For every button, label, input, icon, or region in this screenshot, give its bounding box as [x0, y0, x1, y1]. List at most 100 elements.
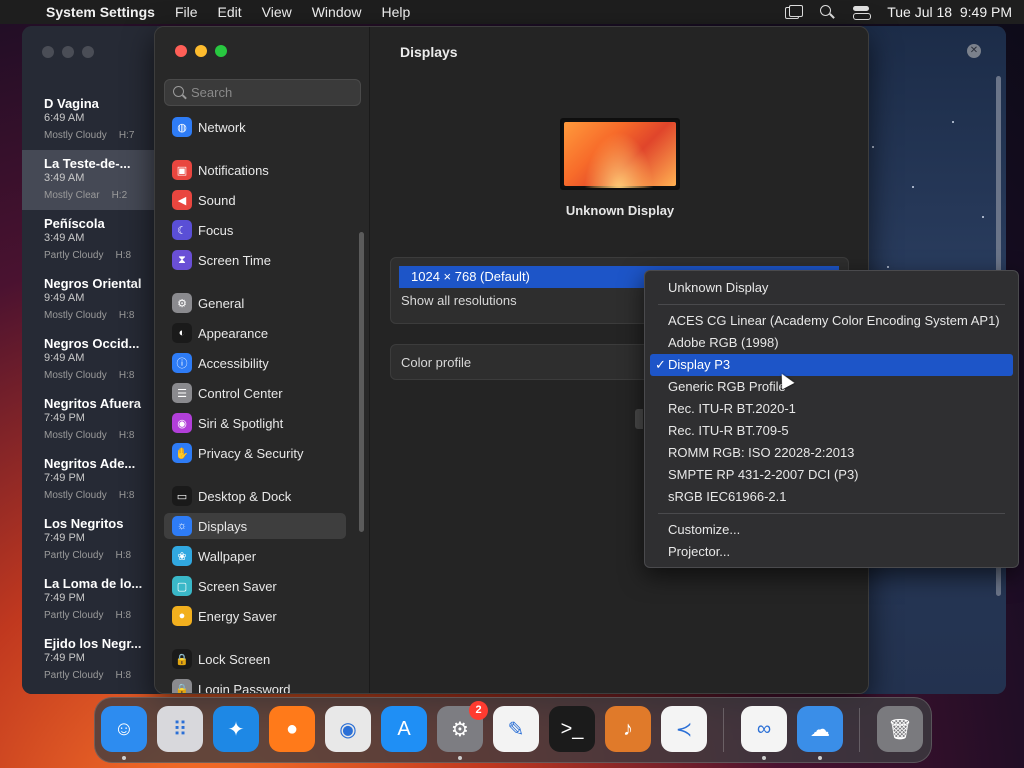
sidebar-item-sound[interactable]: ◀ Sound	[164, 187, 346, 213]
weather-city-item[interactable]: La Teste-de-... 3:49 AM Mostly Clear H:2	[22, 150, 157, 210]
display-preview[interactable]	[560, 118, 680, 190]
city-name: La Teste-de-...	[44, 156, 131, 171]
sidebar-item-siri-spotlight[interactable]: ◉ Siri & Spotlight	[164, 410, 346, 436]
city-condition: Mostly Cloudy H:8	[44, 310, 157, 321]
color-profile-option[interactable]: SMPTE RP 431-2-2007 DCI (P3)	[650, 464, 1013, 486]
menubar-clock[interactable]: Tue Jul 18 9:49 PM	[887, 4, 1012, 20]
weather-icon[interactable]: ☁	[797, 706, 843, 752]
close-button[interactable]	[175, 45, 187, 57]
color-profile-option[interactable]: Adobe RGB (1998)	[650, 332, 1013, 354]
color-profile-option[interactable]: ROMM RGB: ISO 22028-2:2013	[650, 442, 1013, 464]
menu-item-unknown-display[interactable]: Unknown Display	[650, 277, 1013, 299]
sidebar-item-network[interactable]: ◍ Network	[164, 114, 346, 140]
sidebar-item-privacy-security[interactable]: ✋ Privacy & Security	[164, 440, 346, 466]
menu-separator	[658, 513, 1005, 514]
city-high-temp: H:8	[115, 250, 132, 261]
menu-window[interactable]: Window	[312, 4, 362, 20]
textedit-icon[interactable]: ✎	[493, 706, 539, 752]
sidebar-item-appearance[interactable]: ◐ Appearance	[164, 320, 346, 346]
sidebar-item-login-password[interactable]: 🔒 Login Password	[164, 676, 346, 693]
menu-file[interactable]: File	[175, 4, 198, 20]
city-condition: Partly Cloudy H:8	[44, 550, 157, 561]
weather-city-item[interactable]: Peñíscola 3:49 AM Partly Cloudy H:8	[22, 210, 157, 270]
sidebar-item-label: Screen Saver	[198, 578, 277, 594]
sidebar-item-general[interactable]: ⚙ General	[164, 290, 346, 316]
weather-city-item[interactable]: Ejido los Negr... 7:49 PM Partly Cloudy H:8	[22, 630, 157, 690]
weather-close-button[interactable]	[42, 46, 54, 58]
sidebar-item-desktop-dock[interactable]: ▭ Desktop & Dock	[164, 483, 346, 509]
sidebar-scrollbar[interactable]	[359, 232, 364, 532]
appearance-icon: ◐	[172, 323, 192, 343]
search-input[interactable]: Search	[164, 79, 361, 106]
sidebar-item-label: Network	[198, 119, 246, 135]
weather-minimize-button[interactable]	[62, 46, 74, 58]
sidebar-item-energy-saver[interactable]: ● Energy Saver	[164, 603, 346, 629]
control-center-icon[interactable]	[853, 5, 872, 20]
sidebar-item-lock-screen[interactable]: 🔒 Lock Screen	[164, 646, 346, 672]
terminal-icon[interactable]: >_	[549, 706, 595, 752]
finder-icon[interactable]: ☺	[101, 706, 147, 752]
appstore-icon[interactable]: A	[381, 706, 427, 752]
sidebar-item-screen-saver[interactable]: ▢ Screen Saver	[164, 573, 346, 599]
settings-gear-icon[interactable]: ⚙ 2	[437, 701, 488, 752]
running-indicator	[458, 756, 462, 760]
city-condition: Mostly Cloudy H:7	[44, 130, 157, 141]
color-profile-option-label: SMPTE RP 431-2-2007 DCI (P3)	[668, 467, 859, 482]
menu-item-projector[interactable]: Projector...	[650, 541, 1013, 563]
menu-edit[interactable]: Edit	[218, 4, 242, 20]
sidebar-item-notifications[interactable]: ▣ Notifications	[164, 157, 346, 183]
color-profile-option[interactable]: ACES CG Linear (Academy Color Encoding S…	[650, 310, 1013, 332]
screen-mirroring-icon[interactable]	[785, 5, 804, 19]
menu-help[interactable]: Help	[382, 4, 411, 20]
trash-icon[interactable]: 🗑	[877, 706, 923, 752]
weather-city-item[interactable]: Negros Occid... 9:49 AM Mostly Cloudy H:8	[22, 330, 157, 390]
city-name: Negritos Afuera	[44, 396, 142, 411]
speaker-icon: ◀	[172, 190, 192, 210]
weather-city-item[interactable]: Negritos Afuera 7:49 PM Mostly Cloudy H:8	[22, 390, 157, 450]
minimize-button[interactable]	[195, 45, 207, 57]
weather-city-item[interactable]: La Loma de lo... 7:49 PM Partly Cloudy H:8	[22, 570, 157, 630]
sidebar-item-label: Focus	[198, 222, 234, 238]
color-profile-option[interactable]: Rec. ITU-R BT.709-5	[650, 420, 1013, 442]
city-name: La Loma de lo...	[44, 576, 143, 591]
weather-city-item[interactable]: D Vagina 6:49 AM Mostly Cloudy H:7	[22, 90, 157, 150]
launchpad-icon[interactable]: ⠿	[157, 706, 203, 752]
visualstudio-icon[interactable]: ∞	[741, 706, 787, 752]
sidebar-item-accessibility[interactable]: ⓘ Accessibility	[164, 350, 346, 376]
color-profile-option[interactable]: sRGB IEC61966-2.1	[650, 486, 1013, 508]
weather-zoom-button[interactable]	[82, 46, 94, 58]
guitar-icon[interactable]: ♪	[605, 706, 651, 752]
color-profile-option[interactable]: Generic RGB Profile	[650, 376, 1013, 398]
key-icon: 🔒	[172, 679, 192, 693]
sidebar-item-focus[interactable]: ☾ Focus	[164, 217, 346, 243]
weather-city-item[interactable]: Los Negritos 7:49 PM Partly Cloudy H:8	[22, 510, 157, 570]
safari-icon[interactable]: ✦	[213, 706, 259, 752]
firefox-icon[interactable]: ●	[269, 706, 315, 752]
city-time: 3:49 AM	[44, 172, 85, 184]
menu-view[interactable]: View	[262, 4, 292, 20]
sidebar-item-label: Energy Saver	[198, 608, 277, 624]
sidebar-item-control-center[interactable]: ☰ Control Center	[164, 380, 346, 406]
gear-icon: ⚙	[172, 293, 192, 313]
sidebar-item-label: Wallpaper	[198, 548, 257, 564]
sidebar-item-wallpaper[interactable]: ❀ Wallpaper	[164, 543, 346, 569]
weather-search-clear-icon[interactable]: ✕	[967, 44, 981, 58]
menu-item-customize[interactable]: Customize...	[650, 519, 1013, 541]
color-profile-option-label: Rec. ITU-R BT.2020-1	[668, 401, 796, 416]
sidebar-item-displays[interactable]: ☼ Displays	[164, 513, 346, 539]
city-condition: Mostly Cloudy H:8	[44, 490, 157, 501]
chrome-icon[interactable]: ◉	[325, 706, 371, 752]
color-profile-option[interactable]: ✓ Display P3	[650, 354, 1013, 376]
weather-city-item[interactable]: Negros Oriental 9:49 AM Mostly Cloudy H:8	[22, 270, 157, 330]
menu-app-name[interactable]: System Settings	[46, 4, 155, 20]
hidden-button-edge	[635, 409, 643, 429]
city-high-temp: H:8	[118, 490, 135, 501]
color-profile-option[interactable]: Rec. ITU-R BT.2020-1	[650, 398, 1013, 420]
spotlight-search-icon[interactable]	[819, 5, 835, 19]
weather-city-item[interactable]: Negritos Ade... 7:49 PM Mostly Cloudy H:8	[22, 450, 157, 510]
vscode-icon[interactable]: ≺	[661, 706, 707, 752]
zoom-button[interactable]	[215, 45, 227, 57]
sidebar-item-screen-time[interactable]: ⧗ Screen Time	[164, 247, 346, 273]
sidebar-item-label: Notifications	[198, 162, 269, 178]
city-condition: Mostly Cloudy H:8	[44, 370, 157, 381]
